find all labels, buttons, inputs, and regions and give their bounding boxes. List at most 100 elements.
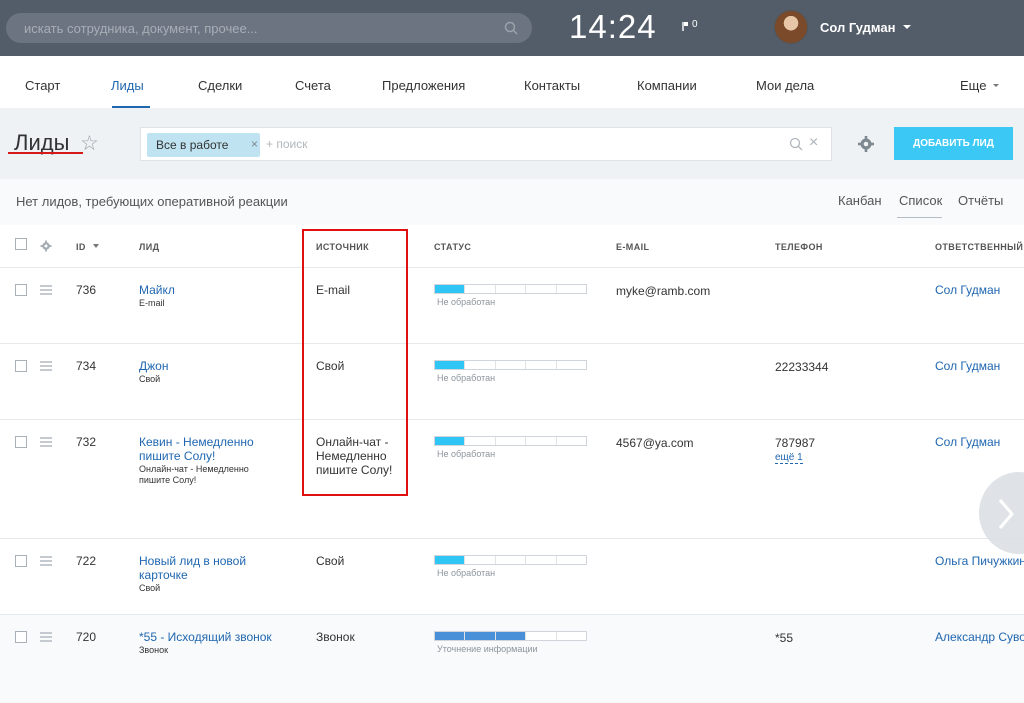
lead-source-sub: Свой bbox=[139, 583, 161, 593]
lead-id: 732 bbox=[76, 435, 97, 449]
leads-table: ID ЛИД ИСТОЧНИК СТАТУС E-MAIL ТЕЛЕФОН ОТ… bbox=[0, 225, 1024, 703]
lead-name-link[interactable]: Кевин - Немедленно пишите Солу! bbox=[139, 435, 264, 463]
responsible-link[interactable]: Сол Гудман bbox=[935, 283, 1000, 297]
gear-icon[interactable] bbox=[857, 135, 875, 153]
nav-item-quotes[interactable]: Предложения bbox=[382, 78, 465, 93]
global-search[interactable]: искать сотрудника, документ, прочее... bbox=[6, 13, 532, 43]
lead-source-sub: Онлайн-чат - Немедленно пишите Солу! bbox=[139, 464, 249, 485]
lead-source-sub: Свой bbox=[139, 374, 161, 384]
responsible-link[interactable]: Ольга Пичужкина bbox=[935, 554, 1024, 568]
menu-icon[interactable] bbox=[40, 285, 52, 295]
select-all-checkbox[interactable] bbox=[15, 238, 27, 250]
table-row[interactable]: 732 Кевин - Немедленно пишите Солу! Онла… bbox=[0, 420, 1024, 539]
row-checkbox[interactable] bbox=[15, 284, 27, 296]
responsible-link[interactable]: Сол Гудман bbox=[935, 359, 1000, 373]
status-progress[interactable] bbox=[434, 631, 587, 641]
gear-icon[interactable] bbox=[40, 240, 52, 252]
column-header-email[interactable]: E-MAIL bbox=[616, 242, 649, 252]
table-row[interactable]: 736 Майкл E-mail E-mail Не обработан myk… bbox=[0, 268, 1024, 344]
nav-item-deals[interactable]: Сделки bbox=[198, 78, 242, 93]
search-icon[interactable] bbox=[504, 21, 518, 35]
nav-item-more[interactable]: Еще bbox=[960, 78, 986, 93]
close-icon[interactable]: × bbox=[251, 137, 258, 151]
menu-icon[interactable] bbox=[40, 361, 52, 371]
view-kanban[interactable]: Канбан bbox=[838, 193, 882, 208]
title-underline bbox=[8, 152, 83, 154]
lead-id: 734 bbox=[76, 359, 97, 373]
menu-icon[interactable] bbox=[40, 632, 52, 642]
lead-email: 4567@ya.com bbox=[616, 436, 694, 450]
filter-chip[interactable]: Все в работе × bbox=[147, 133, 260, 157]
table-row[interactable]: 734 Джон Свой Свой Не обработан 22233344… bbox=[0, 344, 1024, 420]
status-text: Не обработан bbox=[437, 373, 496, 383]
search-input[interactable]: искать сотрудника, документ, прочее... bbox=[24, 21, 258, 36]
lead-name-link[interactable]: Новый лид в новой карточке bbox=[139, 554, 264, 582]
lead-name-link[interactable]: Майкл bbox=[139, 283, 279, 297]
lead-phone: 787987 bbox=[775, 436, 816, 450]
lead-id: 720 bbox=[76, 630, 97, 644]
user-name[interactable]: Сол Гудман bbox=[820, 20, 895, 35]
info-row: Нет лидов, требующих оперативной реакции… bbox=[0, 179, 1024, 225]
status-progress[interactable] bbox=[434, 436, 587, 446]
column-header-id[interactable]: ID bbox=[76, 242, 86, 252]
status-text: Не обработан bbox=[437, 568, 496, 578]
table-row[interactable]: 720 *55 - Исходящий звонок Звонок Звонок… bbox=[0, 615, 1024, 703]
status-progress[interactable] bbox=[434, 284, 587, 294]
chevron-down-icon[interactable] bbox=[903, 25, 911, 29]
filter-search-input[interactable]: + поиск bbox=[266, 137, 307, 151]
nav-item-my-tasks[interactable]: Мои дела bbox=[756, 78, 814, 93]
lead-name-link[interactable]: Джон bbox=[139, 359, 279, 373]
info-text: Нет лидов, требующих оперативной реакции bbox=[16, 194, 288, 209]
row-checkbox[interactable] bbox=[15, 555, 27, 567]
sort-icon[interactable] bbox=[93, 244, 99, 248]
table-row[interactable]: 722 Новый лид в новой карточке Свой Свой… bbox=[0, 539, 1024, 615]
column-header-status[interactable]: СТАТУС bbox=[434, 242, 471, 252]
lead-email: myke@ramb.com bbox=[616, 284, 711, 298]
nav-item-leads[interactable]: Лиды bbox=[111, 78, 144, 93]
status-text: Не обработан bbox=[437, 449, 496, 459]
status-progress[interactable] bbox=[434, 555, 587, 565]
lead-phone: *55 bbox=[775, 631, 794, 645]
avatar[interactable] bbox=[774, 10, 808, 44]
clear-icon[interactable]: × bbox=[809, 134, 818, 152]
responsible-link[interactable]: Александр Суворов bbox=[935, 630, 1024, 644]
row-checkbox[interactable] bbox=[15, 631, 27, 643]
status-text: Не обработан bbox=[437, 297, 496, 307]
active-view-underline bbox=[897, 217, 942, 218]
row-checkbox[interactable] bbox=[15, 360, 27, 372]
chevron-down-icon bbox=[993, 84, 999, 87]
add-lead-button[interactable]: ДОБАВИТЬ ЛИД bbox=[894, 127, 1013, 160]
main-nav: Старт Лиды Сделки Счета Предложения Конт… bbox=[0, 56, 1024, 108]
chevron-right-icon[interactable] bbox=[996, 496, 1016, 532]
row-checkbox[interactable] bbox=[15, 436, 27, 448]
lead-source: Звонок bbox=[316, 630, 355, 644]
responsible-link[interactable]: Сол Гудман bbox=[935, 435, 1000, 449]
filter-bar[interactable]: Все в работе × + поиск × bbox=[140, 127, 832, 161]
view-reports[interactable]: Отчёты bbox=[958, 193, 1003, 208]
lead-phone: 22233344 bbox=[775, 360, 829, 374]
nav-item-companies[interactable]: Компании bbox=[637, 78, 697, 93]
column-header-lead[interactable]: ЛИД bbox=[139, 242, 159, 252]
lead-id: 736 bbox=[76, 283, 97, 297]
column-header-phone[interactable]: ТЕЛЕФОН bbox=[775, 242, 823, 252]
lead-source-sub: E-mail bbox=[139, 298, 165, 308]
menu-icon[interactable] bbox=[40, 437, 52, 447]
star-icon[interactable]: ☆ bbox=[80, 131, 99, 156]
filter-chip-label: Все в работе bbox=[156, 138, 229, 152]
search-icon[interactable] bbox=[789, 137, 803, 151]
nav-item-invoices[interactable]: Счета bbox=[295, 78, 331, 93]
nav-item-contacts[interactable]: Контакты bbox=[524, 78, 580, 93]
lead-name-link[interactable]: *55 - Исходящий звонок bbox=[139, 630, 289, 644]
top-bar: искать сотрудника, документ, прочее... 1… bbox=[0, 0, 1024, 56]
nav-item-start[interactable]: Старт bbox=[25, 78, 60, 93]
phone-more-link[interactable]: ещё 1 bbox=[775, 452, 803, 464]
status-text: Уточнение информации bbox=[437, 644, 538, 654]
column-header-responsible[interactable]: ОТВЕТСТВЕННЫЙ bbox=[935, 242, 1023, 252]
active-tab-underline bbox=[112, 106, 150, 108]
lead-id: 722 bbox=[76, 554, 97, 568]
lead-source: Свой bbox=[316, 554, 345, 568]
view-list[interactable]: Список bbox=[899, 193, 942, 208]
menu-icon[interactable] bbox=[40, 556, 52, 566]
lead-source-sub: Звонок bbox=[139, 645, 169, 655]
status-progress[interactable] bbox=[434, 360, 587, 370]
